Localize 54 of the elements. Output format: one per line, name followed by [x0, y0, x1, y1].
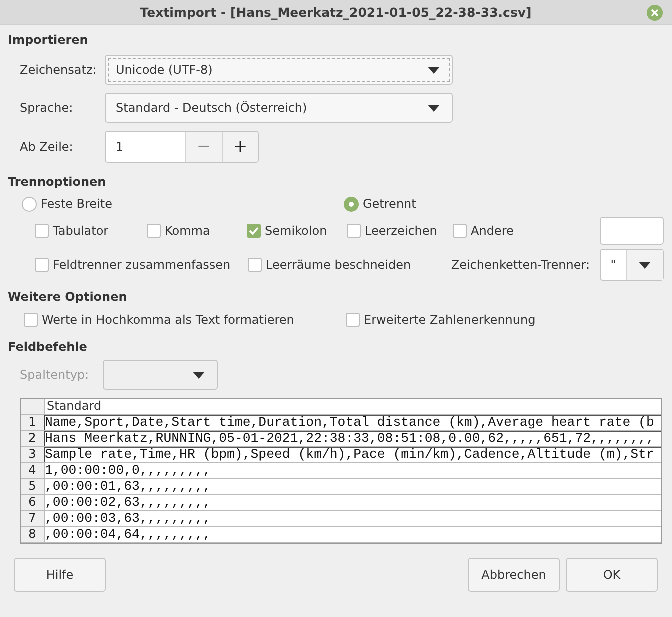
checkbox[interactable]: Leerräume beschneiden	[248, 258, 438, 272]
caret-icon	[639, 262, 651, 268]
row-number: 3	[21, 447, 45, 462]
row-number: 5	[21, 479, 45, 494]
field-label: Zeichenketten-Trenner:	[451, 258, 590, 272]
checkbox[interactable]: Semikolon	[247, 224, 347, 238]
ok-button[interactable]: OK	[566, 558, 658, 592]
row-number: 8	[21, 527, 45, 542]
field-label: Zeichensatz:	[20, 63, 98, 77]
check-icon	[249, 226, 259, 234]
table-cell: Name,Sport,Date,Start time,Duration,Total distance (km),Average heart rate (b	[45, 415, 661, 430]
string-delimiter-dropdown[interactable]: "	[600, 249, 664, 281]
help-button[interactable]: Hilfe	[14, 558, 106, 592]
radio-button[interactable]: Feste Breite	[22, 196, 344, 212]
window-title: Textimport - [Hans_Meerkatz_2021-01-05_22-38-33.csv]	[140, 4, 532, 20]
table-cell: Sample rate,Time,HR (bpm),Speed (km/h),Pace (min/km),Cadence,Altitude (m),Str	[45, 447, 661, 462]
checkbox[interactable]: Komma	[147, 224, 247, 238]
row-number: 2	[21, 431, 45, 446]
caret-icon	[428, 66, 440, 74]
row-field[interactable]: 1	[106, 132, 186, 162]
field-label: Sprache:	[20, 101, 74, 115]
checkbox[interactable]: Werte in Hochkomma als Text formatieren	[24, 313, 346, 327]
caret-icon	[428, 104, 440, 112]
cancel-button[interactable]: Abbrechen	[468, 558, 560, 592]
row-number: 1	[21, 415, 45, 430]
row-number: 4	[21, 463, 45, 478]
checkbox[interactable]: Leerzeichen	[347, 224, 453, 238]
radio-button[interactable]: Getrennt	[344, 196, 416, 212]
increment-button[interactable]: +	[222, 132, 258, 162]
caret-icon	[193, 372, 205, 378]
table-cell-text: ,00:00:02,63,,,,,,,,,	[45, 495, 212, 510]
column-type-dropdown[interactable]	[103, 360, 218, 390]
section-heading: Trennoptionen	[8, 175, 108, 189]
table-cell-text: ,00:00:03,63,,,,,,,,,	[45, 511, 212, 526]
table-cell-text: ,00:00:04,64,,,,,,,,,	[45, 527, 212, 542]
table-cell: Hans Meerkatz,RUNNING,05-01-2021,22:38:33,08:51:08,0.00,62,,,,,651,72,,,,,,,,	[45, 431, 661, 446]
checkbox[interactable]: Tabulator	[35, 224, 147, 238]
checkbox[interactable]: Feldtrenner zusammenfassen	[35, 258, 248, 272]
section-heading: Feldbefehle	[8, 340, 88, 354]
other-separator-field[interactable]	[600, 216, 664, 244]
section-heading: Importieren	[8, 33, 90, 47]
table-cell-text: 1,00:00:00,0,,,,,,,,,	[45, 463, 212, 478]
column-header: Standard	[46, 399, 103, 414]
field-label: Ab Zeile:	[20, 140, 74, 154]
row-number: 7	[21, 511, 45, 526]
checkbox[interactable]: Erweiterte Zahlenerkennung	[346, 313, 536, 327]
close-icon[interactable]	[647, 5, 663, 21]
checkbox[interactable]: Andere	[453, 224, 533, 238]
language-dropdown[interactable]: Standard - Deutsch (Österreich)	[105, 93, 453, 123]
row-number: 6	[21, 495, 45, 510]
table-cell-text: ,00:00:01,63,,,,,,,,,	[45, 479, 212, 494]
field-label: Spaltentyp:	[20, 368, 90, 382]
section-heading: Weitere Optionen	[8, 290, 128, 304]
charset-dropdown[interactable]: Unicode (UTF-8)	[105, 55, 453, 85]
